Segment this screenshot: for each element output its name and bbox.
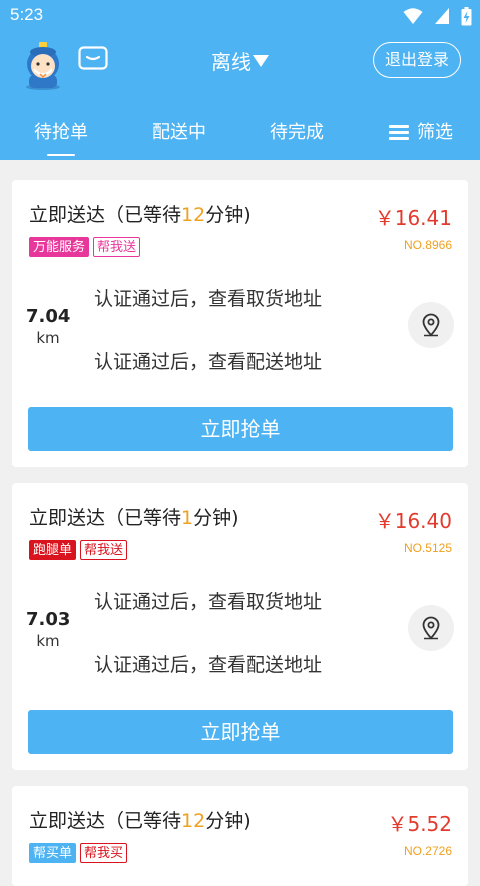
online-status-label: 离线	[211, 50, 251, 74]
delivery-address: 认证通过后，查看配送地址	[94, 351, 323, 373]
order-title: 立即送达（已等待12分钟)	[29, 810, 251, 832]
status-bar: 5:23	[0, 0, 480, 34]
map-button[interactable]	[408, 605, 454, 651]
distance: 7.04 km	[26, 306, 71, 347]
order-price: ￥5.52	[387, 812, 452, 836]
tab-delivering[interactable]: 配送中	[148, 118, 210, 152]
avatar-icon[interactable]	[20, 38, 66, 90]
pickup-address: 认证通过后，查看取货地址	[94, 288, 323, 310]
grab-order-button[interactable]: 立即抢单	[28, 407, 453, 451]
order-number: NO.8966	[403, 238, 452, 252]
logout-button[interactable]: 退出登录	[373, 42, 461, 78]
service-type-badge: 帮买单	[29, 843, 77, 863]
order-type-badge: 帮我送	[80, 540, 128, 560]
tab-filter[interactable]: 筛选	[386, 118, 456, 152]
online-status-dropdown[interactable]: 离线	[190, 46, 290, 80]
header-bar: 5:23 离线 退出登录 待抢单 配送中 待完成 筛选	[0, 0, 480, 160]
map-button[interactable]	[408, 302, 454, 348]
tab-pending-grab[interactable]: 待抢单	[30, 118, 92, 156]
status-time: 5:23	[10, 5, 44, 24]
filter-icon	[389, 124, 409, 140]
order-price: ￥16.41	[374, 206, 452, 230]
location-pin-icon	[422, 616, 440, 640]
order-type-badge: 帮我买	[80, 843, 128, 863]
signal-icon	[434, 8, 449, 24]
order-number: NO.2726	[403, 844, 452, 858]
order-card: 立即送达（已等待1分钟) ￥16.40 NO.5125 跑腿单 帮我送 7.03 …	[12, 483, 468, 770]
order-price: ￥16.40	[374, 509, 452, 533]
dropdown-triangle-icon	[253, 54, 269, 67]
order-number: NO.5125	[403, 541, 452, 555]
wifi-icon	[403, 8, 423, 24]
order-card: 立即送达（已等待12分钟) ￥5.52 NO.2726 帮买单 帮我买	[12, 786, 468, 886]
service-type-badge: 跑腿单	[29, 540, 77, 560]
grab-order-button[interactable]: 立即抢单	[28, 710, 453, 754]
service-type-badge: 万能服务	[29, 237, 90, 257]
order-title: 立即送达（已等待12分钟)	[29, 204, 251, 226]
battery-icon	[461, 7, 472, 26]
delivery-address: 认证通过后，查看配送地址	[94, 654, 323, 676]
tab-pending-complete[interactable]: 待完成	[266, 118, 328, 152]
distance: 7.03 km	[26, 609, 71, 650]
message-icon[interactable]	[78, 46, 108, 70]
order-title: 立即送达（已等待1分钟)	[29, 507, 239, 529]
order-type-badge: 帮我送	[93, 237, 141, 257]
order-tabs: 待抢单 配送中 待完成 筛选	[0, 110, 480, 160]
location-pin-icon	[422, 313, 440, 337]
order-card: 立即送达（已等待12分钟) ￥16.41 NO.8966 万能服务 帮我送 7.0…	[12, 180, 468, 467]
pickup-address: 认证通过后，查看取货地址	[94, 591, 323, 613]
